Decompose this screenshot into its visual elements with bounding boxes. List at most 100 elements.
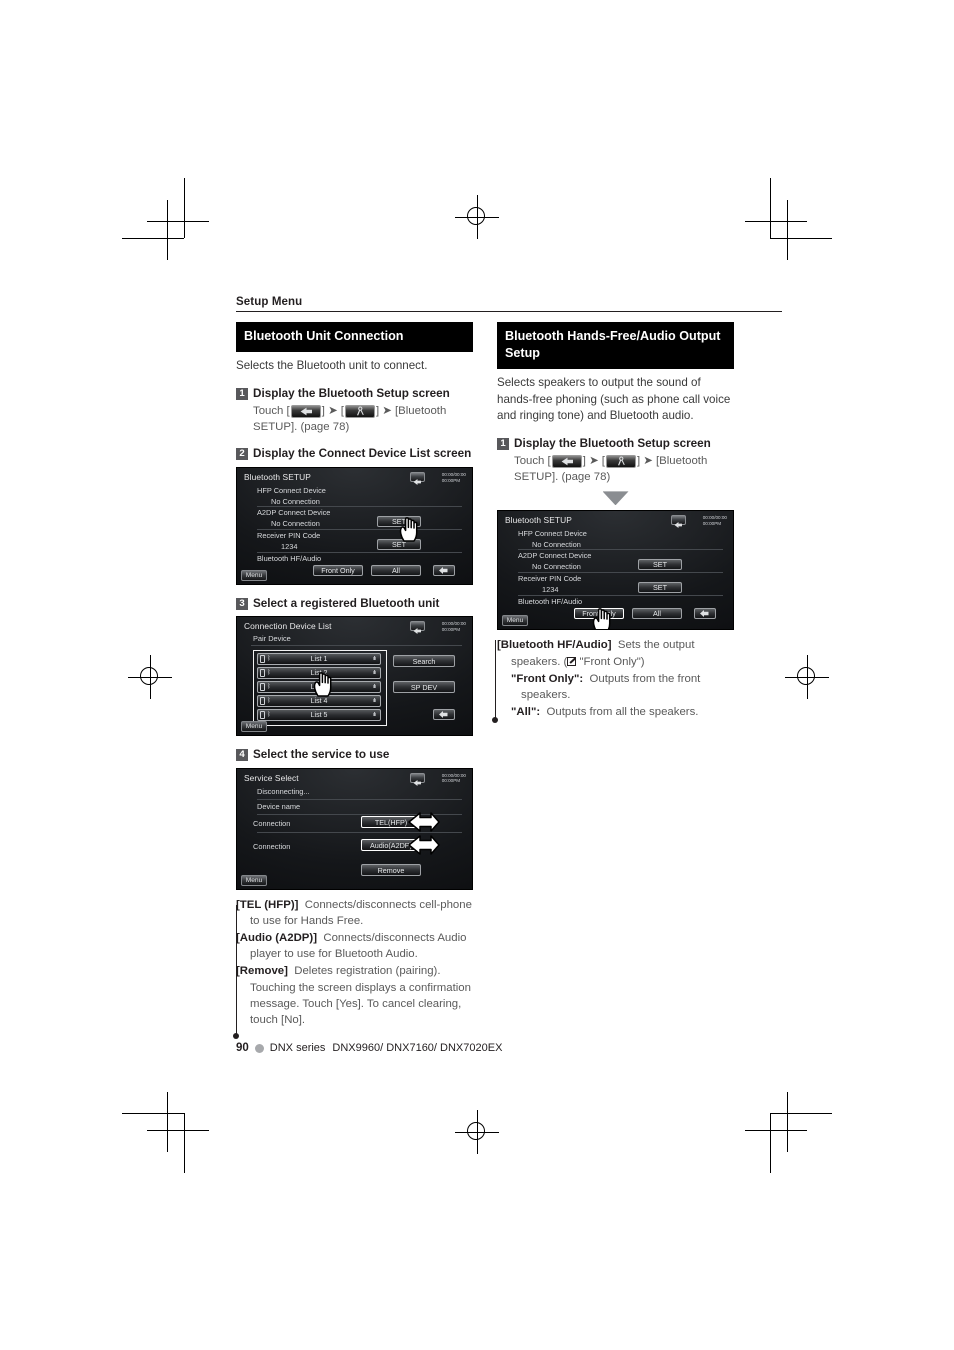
return-button[interactable] [433, 709, 455, 721]
row-bluetooth-hf-audio: Bluetooth HF/Audio [518, 597, 583, 607]
definition-tel-hfp: [TEL (HFP)] Connects/disconnects cell-ph… [236, 897, 473, 929]
step-4: 4 Select the service to use Service Sele… [236, 747, 473, 890]
set-button-a2dp[interactable]: SET [638, 559, 682, 571]
screen-title: Service Select [244, 772, 299, 783]
section-title-bluetooth-hands-free-audio-output-setup: Bluetooth Hands-Free/Audio Output Setup [497, 322, 734, 370]
return-button[interactable] [433, 564, 455, 576]
front-only-button[interactable]: Front Only [574, 608, 624, 620]
list-item[interactable]: ᛒ List 5 ıllı [257, 709, 381, 722]
definition-term: [TEL (HFP)] [236, 898, 299, 911]
touch-sep-1: ] ➤ [ [582, 455, 605, 468]
crop-mark-tr-v [770, 178, 771, 238]
screenshot-service-select: Service Select 00:00/00:00 00:00PM Disco… [236, 767, 473, 890]
down-arrow-icon [602, 491, 629, 506]
left-column: Bluetooth Unit Connection Selects the Bl… [236, 322, 473, 1029]
crop-mark-br-h [770, 1113, 832, 1114]
registration-mark-bottom [455, 1110, 499, 1154]
step-title: Display the Bluetooth Setup screen [514, 436, 711, 450]
wrench-setup-icon[interactable] [605, 455, 636, 469]
screenshot-bluetooth-setup-right: Bluetooth SETUP 00:00/00:00 00:00PM HFP … [497, 510, 734, 631]
step-1-right-body: Touch [] ➤ [] ➤ [Bluetooth SETUP]. (page… [497, 453, 734, 485]
registration-mark-left [128, 655, 172, 699]
running-head-title: Setup Menu [236, 296, 303, 308]
row-hfp-status: No Connection [532, 540, 581, 550]
running-head-rule [236, 311, 782, 312]
definition-term: [Remove] [236, 965, 288, 978]
row-a2dp-status: No Connection [271, 518, 320, 528]
tel-hfp-button[interactable]: TEL(HFP) [361, 815, 421, 828]
left-definitions: [TEL (HFP)] Connects/disconnects cell-ph… [236, 897, 473, 1029]
step-title: Select the service to use [253, 748, 390, 762]
screen-back-icon[interactable] [410, 772, 425, 786]
remove-button[interactable]: Remove [361, 863, 421, 876]
front-only-button[interactable]: Front Only [313, 564, 363, 576]
row-disconnecting: Disconnecting... [257, 786, 310, 796]
audio-a2dp-button[interactable]: Audio(A2DP) [361, 838, 421, 851]
right-margin-dot [492, 717, 498, 723]
return-button[interactable] [694, 608, 716, 620]
crop-mark-bl-h [122, 1113, 184, 1114]
touch-label: Touch [ [514, 455, 551, 468]
definition-all: "All": Outputs from all the speakers. [497, 704, 734, 720]
row-a2dp-connect-device: A2DP Connect Device [518, 551, 592, 561]
list-item[interactable]: ᛒ List 3 ıllı [257, 681, 381, 694]
left-margin-rule [236, 905, 237, 1035]
step-badge: 3 [236, 597, 248, 610]
step-badge: 1 [497, 437, 509, 450]
step-badge: 1 [236, 387, 248, 400]
menu-button[interactable]: Menu [241, 721, 267, 733]
crop-mark-tl-v2 [167, 200, 168, 260]
crop-mark-tr-h2 [745, 221, 807, 222]
row-pin-value: 1234 [542, 585, 559, 595]
screen-clock: 00:00/00:00 00:00PM [441, 772, 466, 784]
definition-audio-a2dp: [Audio (A2DP)] Connects/disconnects Audi… [236, 930, 473, 962]
step-2: 2 Display the Connect Device List screen… [236, 446, 473, 585]
definition-term: "All": [511, 706, 541, 719]
screen-back-icon[interactable] [410, 621, 425, 635]
row-connection-audio: Connection [253, 841, 291, 851]
menu-button[interactable]: Menu [241, 569, 267, 581]
crop-mark-tr-h [770, 238, 832, 239]
running-head: Setup Menu [236, 296, 782, 312]
page-footer: 90 DNX series DNX9960/ DNX7160/ DNX7020EX [236, 1042, 502, 1054]
row-device-name: Device name [257, 801, 301, 811]
menu-button[interactable]: Menu [241, 874, 267, 886]
screen-back-icon[interactable] [410, 471, 425, 485]
step-3: 3 Select a registered Bluetooth unit Con… [236, 596, 473, 737]
menu-button[interactable]: Menu [502, 615, 528, 627]
section-title-bluetooth-unit-connection: Bluetooth Unit Connection [236, 322, 473, 353]
crop-mark-bl-v [184, 1113, 185, 1173]
step-1-body: Touch [] ➤ [] ➤ [Bluetooth SETUP]. (page… [236, 403, 473, 435]
set-button-pin[interactable]: SET [638, 582, 682, 594]
footer-dot-icon [254, 1043, 264, 1053]
list-item[interactable]: ᛒ List 2 ıllı [257, 667, 381, 680]
row-hfp-connect-device: HFP Connect Device [518, 529, 587, 539]
step-1: 1 Display the Bluetooth Setup screen Tou… [236, 386, 473, 436]
step-title: Display the Connect Device List screen [253, 447, 472, 461]
back-arrow-icon[interactable] [290, 405, 321, 419]
crop-mark-tl-h2 [147, 221, 209, 222]
row-bluetooth-hf-audio: Bluetooth HF/Audio [257, 553, 322, 563]
step-1-right: 1 Display the Bluetooth Setup screen Tou… [497, 436, 734, 631]
screenshot-connection-device-list: Connection Device List 00:00/00:00 00:00… [236, 616, 473, 737]
set-button-pin[interactable]: SET [377, 538, 421, 550]
back-arrow-icon[interactable] [551, 455, 582, 469]
step-badge: 4 [236, 749, 248, 762]
search-button[interactable]: Search [393, 655, 455, 668]
all-button[interactable]: All [632, 608, 682, 620]
definition-desc: Outputs from all the speakers. [546, 706, 699, 719]
right-margin-rule [495, 640, 496, 722]
step-badge: 2 [236, 448, 248, 461]
wrench-setup-icon[interactable] [344, 405, 375, 419]
registration-mark-top [455, 195, 499, 239]
sp-dev-button[interactable]: SP DEV [393, 681, 455, 694]
list-item[interactable]: ᛒ List 4 ıllı [257, 695, 381, 708]
registration-mark-right [785, 655, 829, 699]
screen-back-icon[interactable] [671, 515, 686, 529]
step-title: Display the Bluetooth Setup screen [253, 386, 450, 400]
all-button[interactable]: All [371, 564, 421, 576]
row-pin-value: 1234 [281, 541, 298, 551]
definition-desc-2: "Front Only") [576, 655, 645, 668]
list-item[interactable]: ᛒ List 1 ıllı [257, 653, 381, 666]
set-button-a2dp[interactable]: SET [377, 515, 421, 527]
